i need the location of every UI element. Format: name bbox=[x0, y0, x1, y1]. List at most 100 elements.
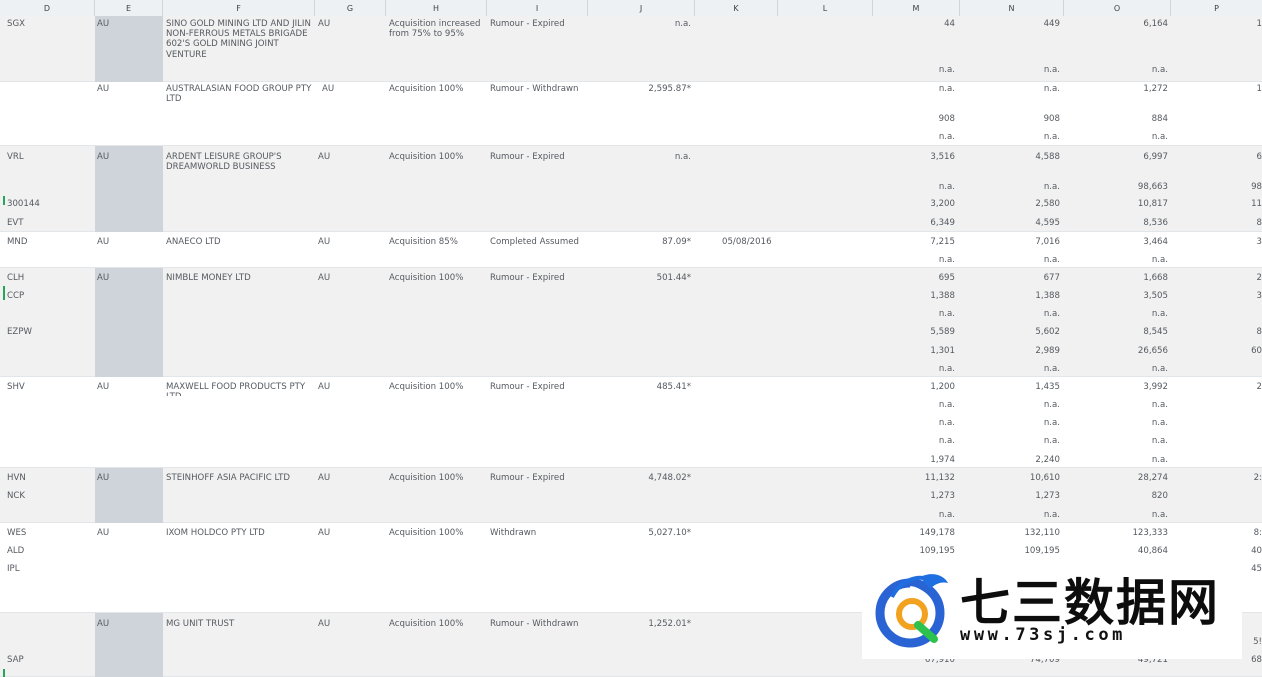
cell-target-name[interactable]: STEINHOFF ASIA PACIFIC LTD bbox=[166, 473, 290, 483]
cell-status[interactable]: Rumour - Expired bbox=[490, 152, 565, 162]
cell-m[interactable]: 1,388 bbox=[873, 291, 955, 301]
cell-n[interactable]: 1,435 bbox=[960, 382, 1060, 392]
cell-status[interactable]: Rumour - Withdrawn bbox=[490, 84, 578, 94]
cell-m[interactable]: 5,589 bbox=[873, 327, 955, 337]
cell-ticker[interactable]: ALD bbox=[7, 546, 24, 556]
cell-ticker[interactable]: SHV bbox=[7, 382, 25, 392]
cell-m[interactable]: 149,178 bbox=[873, 528, 955, 538]
cell-n[interactable]: 5,602 bbox=[960, 327, 1060, 337]
cell-o[interactable]: 884 bbox=[1064, 114, 1168, 124]
cell-deal-value[interactable]: 5,027.10* bbox=[595, 528, 691, 538]
column-header-d[interactable]: D bbox=[0, 0, 95, 16]
cell-deal-value[interactable]: 485.41* bbox=[595, 382, 691, 392]
cell-n[interactable]: 677 bbox=[960, 273, 1060, 283]
cell-target-name[interactable]: AUSTRALASIAN FOOD GROUP PTY LTD bbox=[166, 84, 316, 104]
cell-o[interactable]: 40,864 bbox=[1064, 546, 1168, 556]
cell-m[interactable]: 908 bbox=[873, 114, 955, 124]
cell-o[interactable]: n.a. bbox=[1064, 400, 1168, 410]
cell-p[interactable]: 1 bbox=[1171, 84, 1262, 94]
cell-n[interactable]: 2,989 bbox=[960, 346, 1060, 356]
cell-o[interactable]: n.a. bbox=[1064, 65, 1168, 75]
cell-p[interactable]: 2 bbox=[1171, 273, 1262, 283]
cell-target-country[interactable]: AU bbox=[318, 237, 330, 247]
cell-o[interactable]: 3,464 bbox=[1064, 237, 1168, 247]
cell-country[interactable]: AU bbox=[97, 19, 109, 29]
cell-target-country[interactable]: AU bbox=[318, 273, 330, 283]
cell-country[interactable]: AU bbox=[97, 473, 109, 483]
column-header-n[interactable]: N bbox=[960, 0, 1064, 16]
cell-o[interactable]: 98,663 bbox=[1064, 182, 1168, 192]
cell-m[interactable]: 109,195 bbox=[873, 546, 955, 556]
cell-ticker[interactable]: 300144 bbox=[7, 199, 40, 209]
cell-target-name[interactable]: ARDENT LEISURE GROUP'S DREAMWORLD BUSINE… bbox=[166, 152, 306, 172]
cell-m[interactable]: 44 bbox=[873, 19, 955, 29]
cell-p[interactable]: 8 bbox=[1171, 218, 1262, 228]
cell-o[interactable]: n.a. bbox=[1064, 255, 1168, 265]
cell-target-name[interactable]: SINO GOLD MINING LTD AND JILIN NON-FERRO… bbox=[166, 19, 312, 60]
cell-p[interactable]: 6 bbox=[1171, 152, 1262, 162]
cell-target-name[interactable]: IXOM HOLDCO PTY LTD bbox=[166, 528, 265, 538]
cell-n[interactable]: 109,195 bbox=[960, 546, 1060, 556]
cell-n[interactable]: n.a. bbox=[960, 436, 1060, 446]
cell-ticker[interactable]: SAP bbox=[7, 655, 24, 665]
cell-p[interactable]: 11 bbox=[1171, 199, 1262, 209]
cell-o[interactable]: 123,333 bbox=[1064, 528, 1168, 538]
cell-m[interactable]: 1,974 bbox=[873, 455, 955, 465]
cell-country[interactable]: AU bbox=[97, 273, 109, 283]
cell-target-country[interactable]: AU bbox=[318, 382, 330, 392]
cell-p[interactable]: 8 bbox=[1171, 327, 1262, 337]
cell-ticker[interactable]: HVN bbox=[7, 473, 26, 483]
cell-m[interactable]: 1,200 bbox=[873, 382, 955, 392]
cell-p[interactable]: 8: bbox=[1171, 528, 1262, 538]
cell-n[interactable]: 4,588 bbox=[960, 152, 1060, 162]
cell-country[interactable]: AU bbox=[97, 84, 109, 94]
cell-n[interactable]: 1,388 bbox=[960, 291, 1060, 301]
column-header-g[interactable]: G bbox=[315, 0, 386, 16]
cell-p[interactable]: 98 bbox=[1171, 182, 1262, 192]
cell-m[interactable]: n.a. bbox=[873, 436, 955, 446]
cell-n[interactable]: n.a. bbox=[960, 65, 1060, 75]
cell-deal-value[interactable]: 87.09* bbox=[595, 237, 691, 247]
cell-n[interactable]: 132,110 bbox=[960, 528, 1060, 538]
column-header-f[interactable]: F bbox=[163, 0, 315, 16]
cell-status[interactable]: Rumour - Expired bbox=[490, 473, 565, 483]
cell-country[interactable]: AU bbox=[97, 237, 109, 247]
cell-deal-value[interactable]: 4,748.02* bbox=[595, 473, 691, 483]
cell-ticker[interactable]: EZPW bbox=[7, 327, 32, 337]
cell-deal-value[interactable]: n.a. bbox=[595, 152, 691, 162]
cell-o[interactable]: n.a. bbox=[1064, 510, 1168, 520]
cell-n[interactable]: 7,016 bbox=[960, 237, 1060, 247]
cell-ticker[interactable]: IPL bbox=[7, 564, 20, 574]
cell-ticker[interactable]: NCK bbox=[7, 491, 25, 501]
cell-ticker[interactable]: EVT bbox=[7, 218, 24, 228]
cell-deal-type[interactable]: Acquisition 100% bbox=[389, 473, 463, 483]
cell-m[interactable]: 1,301 bbox=[873, 346, 955, 356]
cell-p[interactable]: 40 bbox=[1171, 546, 1262, 556]
cell-target-name[interactable]: NIMBLE MONEY LTD bbox=[166, 273, 251, 283]
cell-p[interactable]: 1 bbox=[1171, 19, 1262, 29]
cell-target-name[interactable]: MAXWELL FOOD PRODUCTS PTY LTD bbox=[166, 382, 311, 396]
cell-o[interactable]: n.a. bbox=[1064, 418, 1168, 428]
cell-n[interactable]: 1,273 bbox=[960, 491, 1060, 501]
cell-deal-type[interactable]: Acquisition 100% bbox=[389, 273, 463, 283]
cell-deal-type[interactable]: Acquisition 100% bbox=[389, 528, 463, 538]
cell-n[interactable]: 449 bbox=[960, 19, 1060, 29]
cell-o[interactable]: 1,668 bbox=[1064, 273, 1168, 283]
cell-target-country[interactable]: AU bbox=[318, 528, 330, 538]
cell-m[interactable]: n.a. bbox=[873, 65, 955, 75]
cell-country[interactable]: AU bbox=[97, 528, 109, 538]
cell-o[interactable]: 820 bbox=[1064, 491, 1168, 501]
cell-o[interactable]: n.a. bbox=[1064, 132, 1168, 142]
cell-m[interactable]: 3,200 bbox=[873, 199, 955, 209]
column-header-o[interactable]: O bbox=[1064, 0, 1171, 16]
cell-n[interactable]: n.a. bbox=[960, 182, 1060, 192]
cell-status[interactable]: Rumour - Expired bbox=[490, 19, 565, 29]
cell-n[interactable]: n.a. bbox=[960, 510, 1060, 520]
cell-m[interactable]: n.a. bbox=[873, 364, 955, 374]
cell-target-country[interactable]: AU bbox=[318, 619, 330, 629]
cell-n[interactable]: n.a. bbox=[960, 400, 1060, 410]
cell-p[interactable]: 60 bbox=[1171, 346, 1262, 356]
cell-status[interactable]: Rumour - Expired bbox=[490, 382, 565, 392]
column-header-k[interactable]: K bbox=[695, 0, 778, 16]
cell-ticker[interactable]: CLH bbox=[7, 273, 24, 283]
